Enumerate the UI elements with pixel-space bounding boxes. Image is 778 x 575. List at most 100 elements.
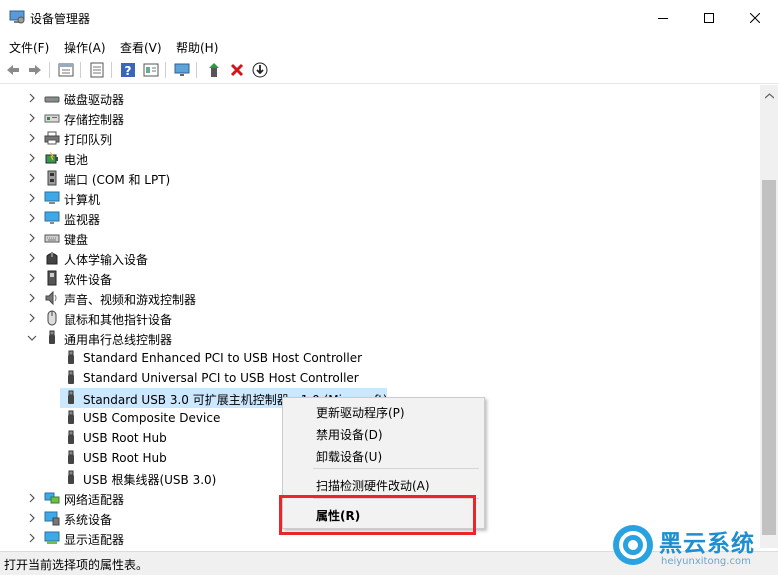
display-icon xyxy=(44,531,60,544)
tree-item-hid[interactable]: 人体学输入设备 xyxy=(0,248,760,268)
chevron-right-icon[interactable] xyxy=(26,132,38,144)
menu-action[interactable]: 操作(A) xyxy=(64,39,106,56)
toolbar: ? xyxy=(0,57,778,84)
watermark-brand: 黑云系统 xyxy=(659,531,755,557)
chevron-right-icon[interactable] xyxy=(26,232,38,244)
minimize-button[interactable] xyxy=(640,0,686,36)
chevron-right-icon[interactable] xyxy=(26,192,38,204)
printer-icon xyxy=(44,131,60,145)
tree-item-label: USB Root Hub xyxy=(83,431,167,445)
tree-item-computer[interactable]: 计算机 xyxy=(0,188,760,208)
tree-item-disk[interactable]: 磁盘驱动器 xyxy=(0,88,760,108)
uninstall-device-menu-item[interactable]: 卸载设备(U) xyxy=(316,448,382,465)
view-icon[interactable] xyxy=(142,61,160,79)
usb-icon xyxy=(68,430,74,444)
chevron-right-icon[interactable] xyxy=(26,112,38,124)
scroll-up-icon[interactable] xyxy=(760,87,778,104)
tree-item-print-queue[interactable]: 打印队列 xyxy=(0,128,760,148)
port-icon xyxy=(47,170,57,186)
disable-device-menu-item[interactable]: 禁用设备(D) xyxy=(316,426,383,443)
watermark-url: heiyunxitong.com xyxy=(661,556,751,567)
computer-icon xyxy=(44,191,60,204)
tree-item-label: 系统设备 xyxy=(64,513,113,527)
tree-item-mouse[interactable]: 鼠标和其他指针设备 xyxy=(0,308,760,328)
forward-icon[interactable] xyxy=(26,61,44,79)
tree-item-label: 打印队列 xyxy=(64,133,113,147)
watermark-logo: 黑云系统 heiyunxitong.com xyxy=(613,523,773,573)
chevron-down-icon[interactable] xyxy=(26,332,38,344)
mouse-icon xyxy=(47,310,57,326)
chevron-right-icon[interactable] xyxy=(26,292,38,304)
window-title: 设备管理器 xyxy=(30,12,91,26)
tree-item-software-devices[interactable]: 软件设备 xyxy=(0,268,760,288)
tree-item-label: 监视器 xyxy=(64,213,101,227)
tree-item-ports[interactable]: 端口 (COM 和 LPT) xyxy=(0,168,760,188)
tree-item-label: 磁盘驱动器 xyxy=(64,93,125,107)
monitor-icon[interactable] xyxy=(173,61,191,79)
chevron-right-icon[interactable] xyxy=(26,532,38,544)
back-icon[interactable] xyxy=(4,61,22,79)
usb-device-item[interactable]: Standard Enhanced PCI to USB Host Contro… xyxy=(0,348,760,368)
storage-icon xyxy=(44,114,60,123)
scan-hardware-menu-item[interactable]: 扫描检测硬件改动(A) xyxy=(316,477,430,494)
tree-item-label: 端口 (COM 和 LPT) xyxy=(64,173,171,187)
update-driver-menu-item[interactable]: 更新驱动程序(P) xyxy=(316,404,405,421)
help-icon[interactable]: ? xyxy=(119,61,137,79)
properties-icon[interactable] xyxy=(57,61,75,79)
chevron-right-icon[interactable] xyxy=(26,92,38,104)
battery-icon xyxy=(45,151,58,164)
chevron-right-icon[interactable] xyxy=(26,272,38,284)
tree-item-label: 软件设备 xyxy=(64,273,113,287)
tree-item-label: 键盘 xyxy=(64,233,89,247)
device-manager-icon xyxy=(9,10,25,24)
chevron-right-icon[interactable] xyxy=(26,212,38,224)
tree-item-label: 显示适配器 xyxy=(64,533,125,547)
tree-item-label: Standard Universal PCI to USB Host Contr… xyxy=(83,371,359,385)
chevron-right-icon[interactable] xyxy=(26,492,38,504)
tree-item-label: 鼠标和其他指针设备 xyxy=(64,313,173,327)
download-icon[interactable] xyxy=(251,61,269,79)
disk-icon xyxy=(44,96,60,103)
enable-device-icon[interactable] xyxy=(205,61,223,79)
tree-item-label: Standard Enhanced PCI to USB Host Contro… xyxy=(83,351,363,365)
menu-help[interactable]: 帮助(H) xyxy=(176,39,218,56)
tree-item-sound[interactable]: 声音、视频和游戏控制器 xyxy=(0,288,760,308)
hid-icon xyxy=(46,252,58,265)
update-icon[interactable] xyxy=(88,61,106,79)
tree-item-monitors[interactable]: 监视器 xyxy=(0,208,760,228)
close-button[interactable] xyxy=(732,0,778,36)
maximize-button[interactable] xyxy=(686,0,732,36)
usb-icon xyxy=(68,370,74,384)
menu-file[interactable]: 文件(F) xyxy=(9,39,49,56)
speaker-icon xyxy=(45,290,57,306)
usb-icon xyxy=(68,450,74,464)
svg-text:?: ? xyxy=(125,64,132,78)
menu-bar: 文件(F) 操作(A) 查看(V) 帮助(H) xyxy=(0,36,778,56)
network-icon xyxy=(44,492,60,504)
status-text: 打开当前选择项的属性表。 xyxy=(4,558,149,572)
tree-item-label: USB 根集线器(USB 3.0) xyxy=(83,473,217,487)
software-device-icon xyxy=(47,270,57,286)
chevron-right-icon[interactable] xyxy=(26,252,38,264)
tree-item-storage[interactable]: 存储控制器 xyxy=(0,108,760,128)
tree-item-label: 网络适配器 xyxy=(64,493,125,507)
usb-device-item[interactable]: Standard Universal PCI to USB Host Contr… xyxy=(0,368,760,388)
chevron-right-icon[interactable] xyxy=(26,152,38,164)
uninstall-icon[interactable] xyxy=(228,61,246,79)
chevron-right-icon[interactable] xyxy=(26,512,38,524)
tree-item-label: USB Composite Device xyxy=(83,411,221,425)
tree-item-label: USB Root Hub xyxy=(83,451,167,465)
tree-item-usb-controllers[interactable]: 通用串行总线控制器 xyxy=(0,328,760,348)
scrollbar-thumb[interactable] xyxy=(762,180,776,535)
menu-view[interactable]: 查看(V) xyxy=(120,39,162,56)
watermark-logo-icon xyxy=(613,525,653,565)
chevron-right-icon[interactable] xyxy=(26,312,38,324)
tree-item-battery[interactable]: 电池 xyxy=(0,148,760,168)
usb-icon xyxy=(49,330,55,344)
annotation-highlight-box xyxy=(279,495,476,535)
tree-item-label: 计算机 xyxy=(64,193,101,207)
chevron-right-icon[interactable] xyxy=(26,172,38,184)
tree-item-keyboard[interactable]: 键盘 xyxy=(0,228,760,248)
vertical-scrollbar[interactable] xyxy=(760,85,778,548)
menu-separator xyxy=(313,468,479,469)
